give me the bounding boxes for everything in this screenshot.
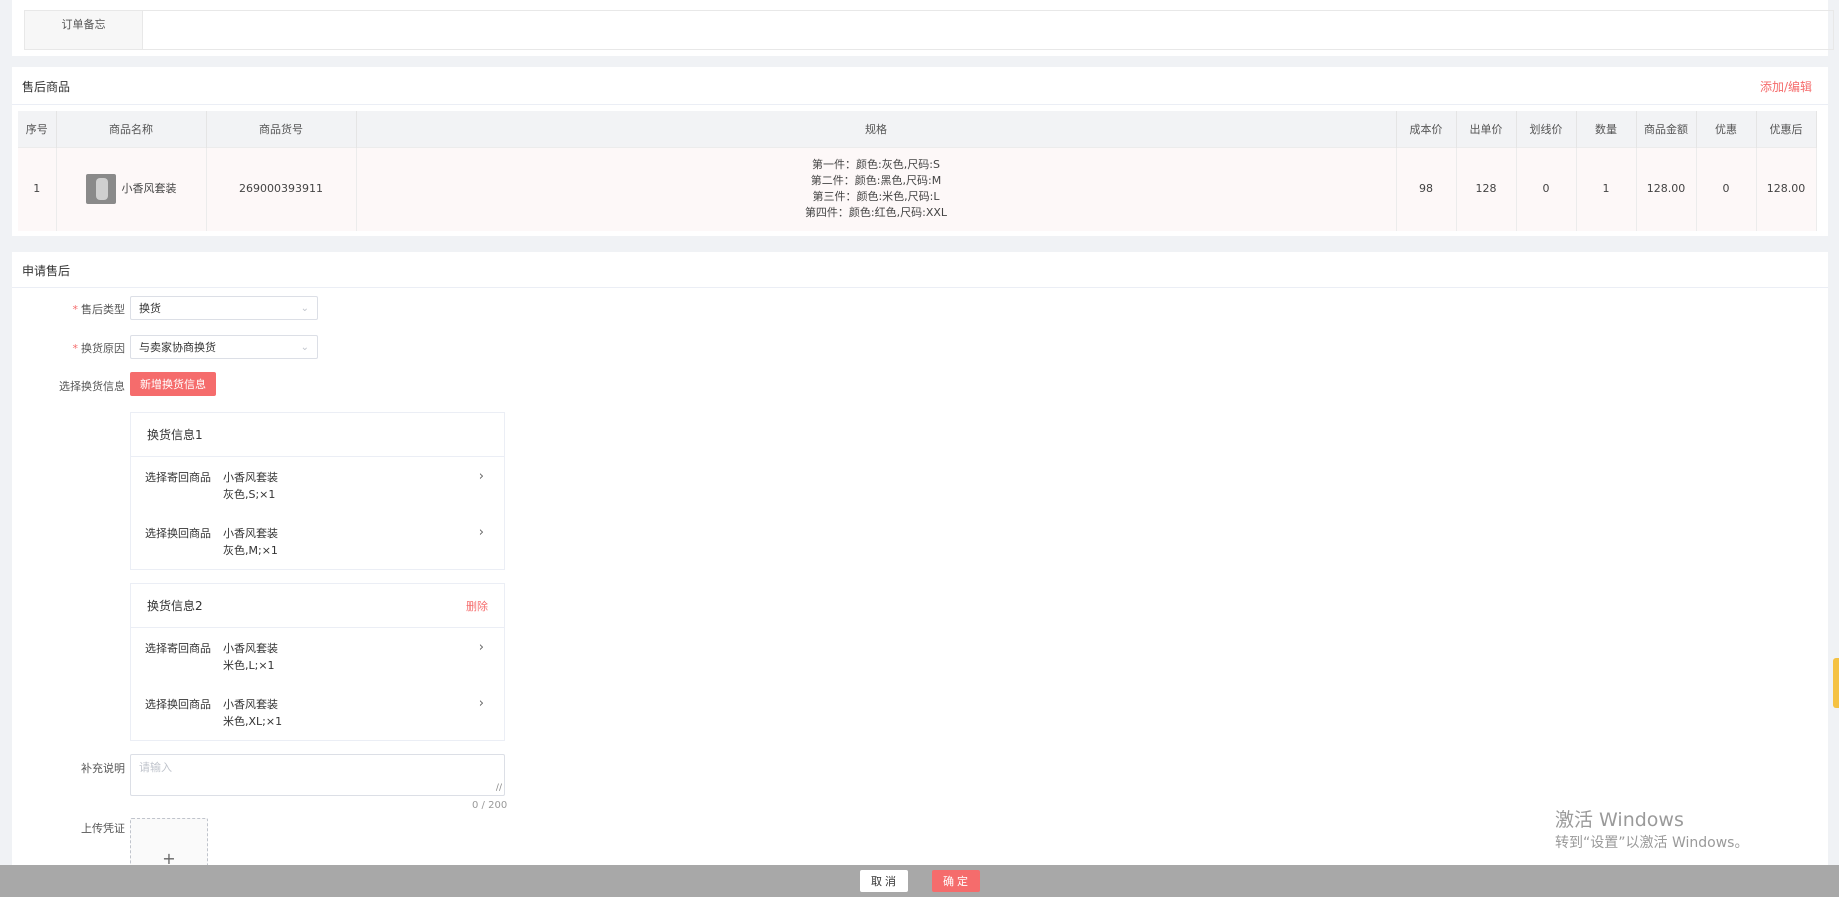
col-index: 序号	[18, 111, 57, 147]
exchange-title: 换货信息1	[147, 428, 203, 442]
send-back-label: 选择寄回商品	[145, 471, 211, 484]
windows-activation-watermark: 激活 Windows 转到“设置”以激活 Windows。	[1555, 809, 1749, 851]
note-char-counter: 0 / 200	[472, 800, 508, 811]
exchange-back-label: 选择换回商品	[145, 527, 211, 540]
col-spec: 规格	[356, 111, 1397, 147]
exchange-header: 换货信息2 删除	[131, 584, 504, 628]
resize-grip-icon[interactable]: ∕∕	[496, 783, 502, 793]
select-send-back-item[interactable]: 选择寄回商品 小香风套装 灰色,S;×1 ›	[131, 457, 504, 513]
cancel-button[interactable]: 取 消	[859, 870, 908, 892]
chevron-down-icon: ⌄	[300, 302, 309, 314]
exchange-title: 换货信息2	[147, 599, 203, 613]
col-discount: 优惠	[1696, 111, 1757, 147]
send-back-product: 小香风套装 灰色,S;×1	[223, 471, 278, 501]
col-list-price: 划线价	[1516, 111, 1577, 147]
divider	[12, 104, 1828, 105]
chevron-down-icon: ⌄	[300, 341, 309, 353]
cell-qty: 1	[1576, 146, 1637, 231]
apply-title: 申请售后	[22, 264, 71, 278]
type-select[interactable]: 换货 ⌄	[130, 296, 318, 320]
cell-spec: 第一件：颜色:灰色,尺码:S 第二件：颜色:黑色,尺码:M 第三件：颜色:米色,…	[356, 146, 1397, 231]
apply-section: 申请售后 * 售后类型 换货 ⌄ * 换货原因 与卖家协商换货 ⌄ 选择换货信息 新…	[12, 252, 1828, 897]
exchange-card: 换货信息1 选择寄回商品 小香风套装 灰色,S;×1 › 选择换回商品 小香风套…	[130, 412, 505, 570]
confirm-button[interactable]: 确 定	[931, 870, 980, 892]
select-exchange-label: 选择换货信息	[59, 380, 125, 393]
chevron-right-icon: ›	[478, 640, 484, 655]
spec-line: 第二件：颜色:黑色,尺码:M	[810, 174, 942, 188]
cell-discount: 0	[1696, 146, 1757, 231]
note-placeholder: 请输入	[139, 761, 172, 774]
goods-table: 序号 商品名称 商品货号 规格 成本价 出单价 划线价 数量 商品金额 优惠 优…	[18, 111, 1817, 231]
goods-section: 售后商品 添加/编辑 序号 商品名称 商品货号 规格 成本价 出单价 划线价 数…	[12, 67, 1828, 236]
col-sku: 商品货号	[206, 111, 357, 147]
memo-section: 订单备忘	[12, 0, 1834, 56]
note-textarea[interactable]: 请输入 ∕∕	[130, 754, 505, 796]
reason-label: * 换货原因	[72, 342, 126, 355]
col-name: 商品名称	[56, 111, 207, 147]
col-price: 出单价	[1456, 111, 1517, 147]
exchange-back-product: 小香风套装 米色,XL;×1	[223, 698, 283, 728]
col-after-discount: 优惠后	[1756, 111, 1817, 147]
chevron-right-icon: ›	[478, 525, 484, 540]
spec-line: 第四件：颜色:红色,尺码:XXL	[804, 206, 948, 220]
select-exchange-back-item[interactable]: 选择换回商品 小香风套装 灰色,M;×1 ›	[131, 513, 504, 569]
select-send-back-item[interactable]: 选择寄回商品 小香风套装 米色,L;×1 ›	[131, 628, 504, 684]
goods-title: 售后商品	[22, 80, 71, 94]
send-back-label: 选择寄回商品	[145, 642, 211, 655]
type-label: * 售后类型	[72, 303, 126, 316]
reason-select[interactable]: 与卖家协商换货 ⌄	[130, 335, 318, 359]
col-amount: 商品金额	[1636, 111, 1697, 147]
memo-row: 订单备忘	[24, 10, 1834, 50]
table-row: 1 小香风套装 269000393911 第一件：颜色:灰色,尺码:S 第二件：…	[18, 146, 1817, 231]
cell-amount: 128.00	[1636, 146, 1697, 231]
table-header-row: 序号 商品名称 商品货号 规格 成本价 出单价 划线价 数量 商品金额 优惠 优…	[18, 111, 1817, 147]
select-exchange-back-item[interactable]: 选择换回商品 小香风套装 米色,XL;×1 ›	[131, 684, 504, 740]
col-qty: 数量	[1576, 111, 1637, 147]
exchange-back-label: 选择换回商品	[145, 698, 211, 711]
col-cost: 成本价	[1396, 111, 1457, 147]
chevron-right-icon: ›	[478, 469, 484, 484]
send-back-product: 小香风套装 米色,L;×1	[223, 642, 278, 672]
product-thumbnail	[85, 174, 116, 205]
cell-index: 1	[18, 146, 57, 231]
action-bar: 取 消 确 定	[0, 865, 1839, 897]
upload-label: 上传凭证	[81, 822, 125, 835]
note-label: 补充说明	[81, 762, 125, 775]
add-exchange-button[interactable]: 新增换货信息	[130, 372, 216, 396]
product-name: 小香风套装	[121, 182, 177, 196]
delete-exchange-link[interactable]: 删除	[466, 598, 488, 614]
spec-line: 第三件：颜色:米色,尺码:L	[812, 190, 940, 204]
add-edit-link[interactable]: 添加/编辑	[1760, 78, 1812, 95]
exchange-card: 换货信息2 删除 选择寄回商品 小香风套装 米色,L;×1 › 选择换回商品 小…	[130, 583, 505, 741]
cell-after-discount: 128.00	[1756, 146, 1817, 231]
cell-price: 128	[1456, 146, 1517, 231]
memo-label: 订单备忘	[25, 11, 143, 49]
chevron-right-icon: ›	[478, 696, 484, 711]
side-handle[interactable]	[1833, 658, 1839, 708]
type-value: 换货	[139, 302, 161, 315]
cell-cost: 98	[1396, 146, 1457, 231]
cell-name: 小香风套装	[56, 146, 207, 231]
memo-value	[143, 11, 1833, 49]
reason-value: 与卖家协商换货	[139, 341, 216, 354]
divider	[12, 287, 1828, 288]
exchange-back-product: 小香风套装 灰色,M;×1	[223, 527, 278, 557]
exchange-header: 换货信息1	[131, 413, 504, 457]
cell-list-price: 0	[1516, 146, 1577, 231]
cell-sku: 269000393911	[206, 146, 357, 231]
spec-line: 第一件：颜色:灰色,尺码:S	[812, 158, 940, 172]
